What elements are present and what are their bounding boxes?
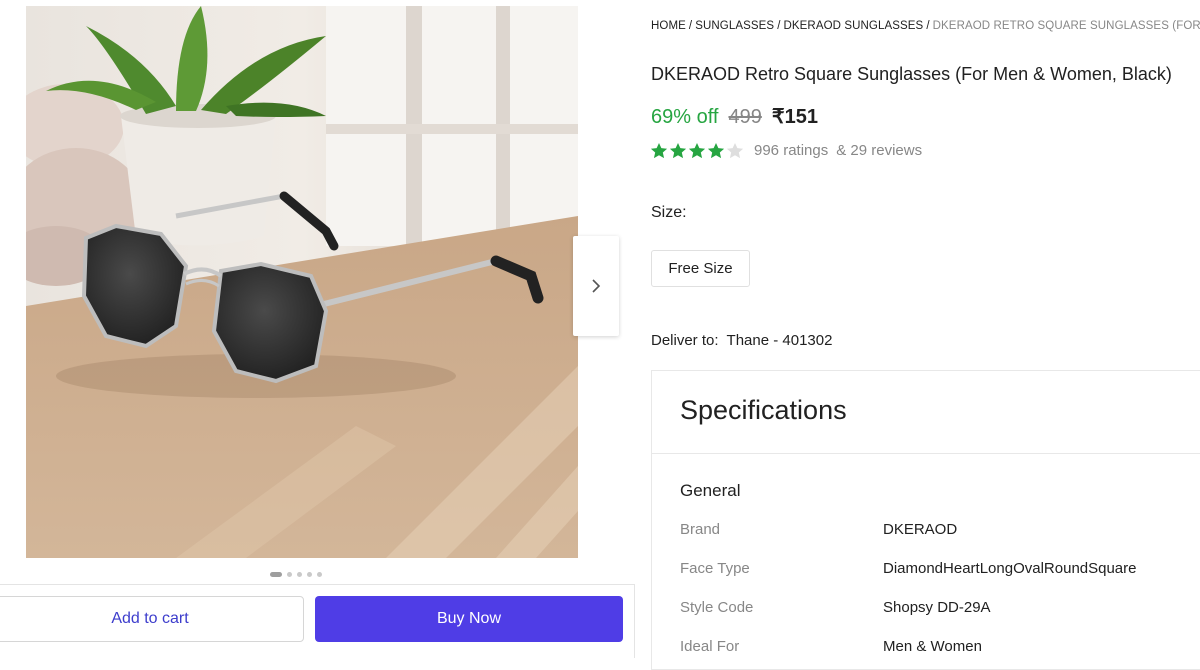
- delivery-pincode[interactable]: Thane - 401302: [727, 332, 833, 349]
- divider: [652, 453, 1200, 454]
- selling-price: ₹151: [771, 106, 818, 128]
- spec-key: Brand: [680, 521, 721, 538]
- discount-percent: 69% off: [651, 106, 719, 128]
- size-label: Size:: [651, 204, 687, 221]
- spec-value: DiamondHeartLongOvalRoundSquare: [883, 560, 1137, 577]
- breadcrumb-current: DKERAOD RETRO SQUARE SUNGLASSES (FOR MEN…: [932, 20, 1200, 32]
- spec-row-face-type: Face Type DiamondHeartLongOvalRoundSquar…: [680, 560, 1200, 582]
- carousel-dot[interactable]: [287, 572, 292, 577]
- image-carousel-dots: [270, 572, 322, 577]
- chevron-right-icon: [592, 279, 601, 293]
- product-image[interactable]: [26, 6, 578, 558]
- price-row: 69% off 499 ₹151: [651, 104, 818, 129]
- carousel-dot[interactable]: [270, 572, 282, 577]
- carousel-dot[interactable]: [297, 572, 302, 577]
- breadcrumb-brand[interactable]: DKERAOD SUNGLASSES: [783, 20, 923, 32]
- buy-now-button[interactable]: Buy Now: [315, 596, 623, 642]
- spec-row-ideal-for: Ideal For Men & Women: [680, 638, 1200, 660]
- star-empty-icon: [726, 142, 744, 159]
- product-title: DKERAOD Retro Square Sunglasses (For Men…: [651, 64, 1172, 84]
- breadcrumb-separator: /: [688, 20, 693, 32]
- spec-group-title: General: [680, 481, 741, 500]
- spec-value: Shopsy DD-29A: [883, 599, 991, 616]
- spec-key: Ideal For: [680, 638, 740, 655]
- sunglasses-photo: [26, 6, 578, 558]
- add-to-cart-button[interactable]: Add to cart: [0, 596, 304, 642]
- star-filled-icon: [650, 142, 668, 159]
- deliver-to-label: Deliver to:: [651, 332, 719, 349]
- divider: [634, 584, 635, 658]
- carousel-dot[interactable]: [317, 572, 322, 577]
- divider: [0, 584, 634, 585]
- breadcrumb: HOME / SUNGLASSES / DKERAOD SUNGLASSES / DKERA…: [651, 20, 1200, 32]
- original-price: 499: [728, 106, 762, 128]
- star-filled-icon: [707, 142, 725, 159]
- ratings-count[interactable]: 996 ratings: [754, 142, 828, 159]
- spec-key: Style Code: [680, 599, 754, 616]
- star-filled-icon: [688, 142, 706, 159]
- breadcrumb-home[interactable]: HOME: [651, 20, 686, 32]
- star-filled-icon: [669, 142, 687, 159]
- spec-row-brand: Brand DKERAOD: [680, 521, 1200, 543]
- specifications-panel: Specifications General Brand DKERAOD Fac…: [651, 370, 1200, 670]
- breadcrumb-sunglasses[interactable]: SUNGLASSES: [695, 20, 774, 32]
- breadcrumb-separator: /: [926, 20, 930, 32]
- next-image-button[interactable]: [573, 236, 619, 336]
- delivery-location: Deliver to: Thane - 401302: [651, 332, 832, 349]
- reviews-count[interactable]: & 29 reviews: [836, 142, 922, 159]
- carousel-dot[interactable]: [307, 572, 312, 577]
- spec-key: Face Type: [680, 560, 750, 577]
- rating-row: 996 ratings & 29 reviews: [650, 142, 922, 159]
- spec-value: DKERAOD: [883, 521, 958, 538]
- size-option-free-size[interactable]: Free Size: [651, 250, 750, 287]
- specifications-title: Specifications: [680, 395, 847, 425]
- spec-value: Men & Women: [883, 638, 982, 655]
- star-rating: [650, 142, 744, 159]
- spec-row-style-code: Style Code Shopsy DD-29A: [680, 599, 1200, 621]
